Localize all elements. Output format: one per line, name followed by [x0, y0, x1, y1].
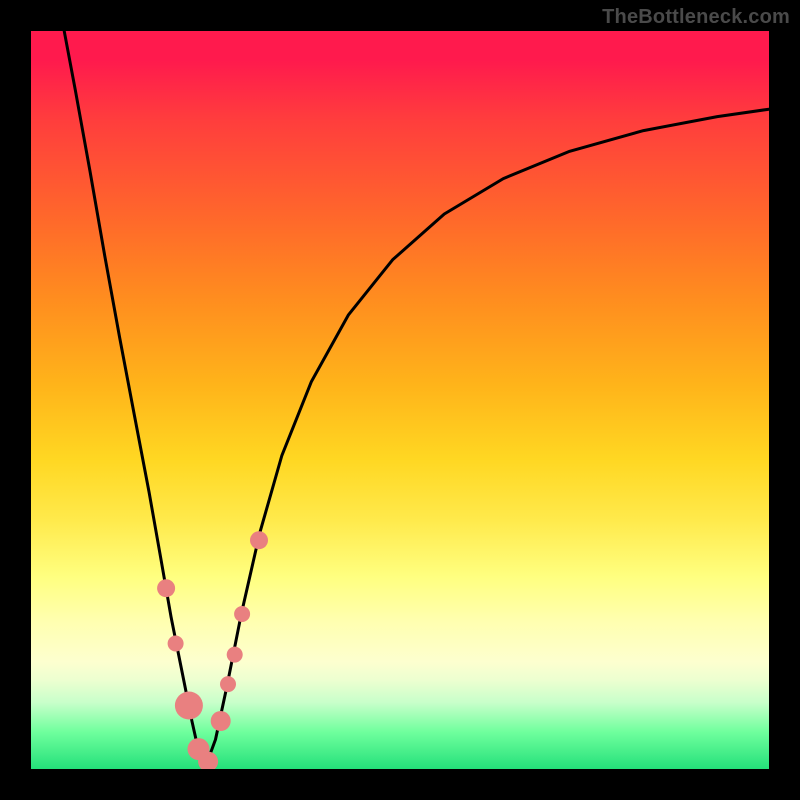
data-marker — [234, 606, 250, 622]
data-marker — [175, 692, 203, 720]
data-marker — [227, 647, 243, 663]
curve-left-branch — [64, 31, 205, 768]
watermark-text: TheBottleneck.com — [602, 6, 790, 29]
data-marker — [220, 676, 236, 692]
data-marker — [157, 579, 175, 597]
bottleneck-chart: TheBottleneck.com — [0, 0, 800, 800]
data-marker — [168, 636, 184, 652]
data-marker — [250, 531, 268, 549]
curve-right-branch — [205, 109, 769, 767]
curve-layer — [31, 31, 769, 769]
data-marker — [211, 711, 231, 731]
